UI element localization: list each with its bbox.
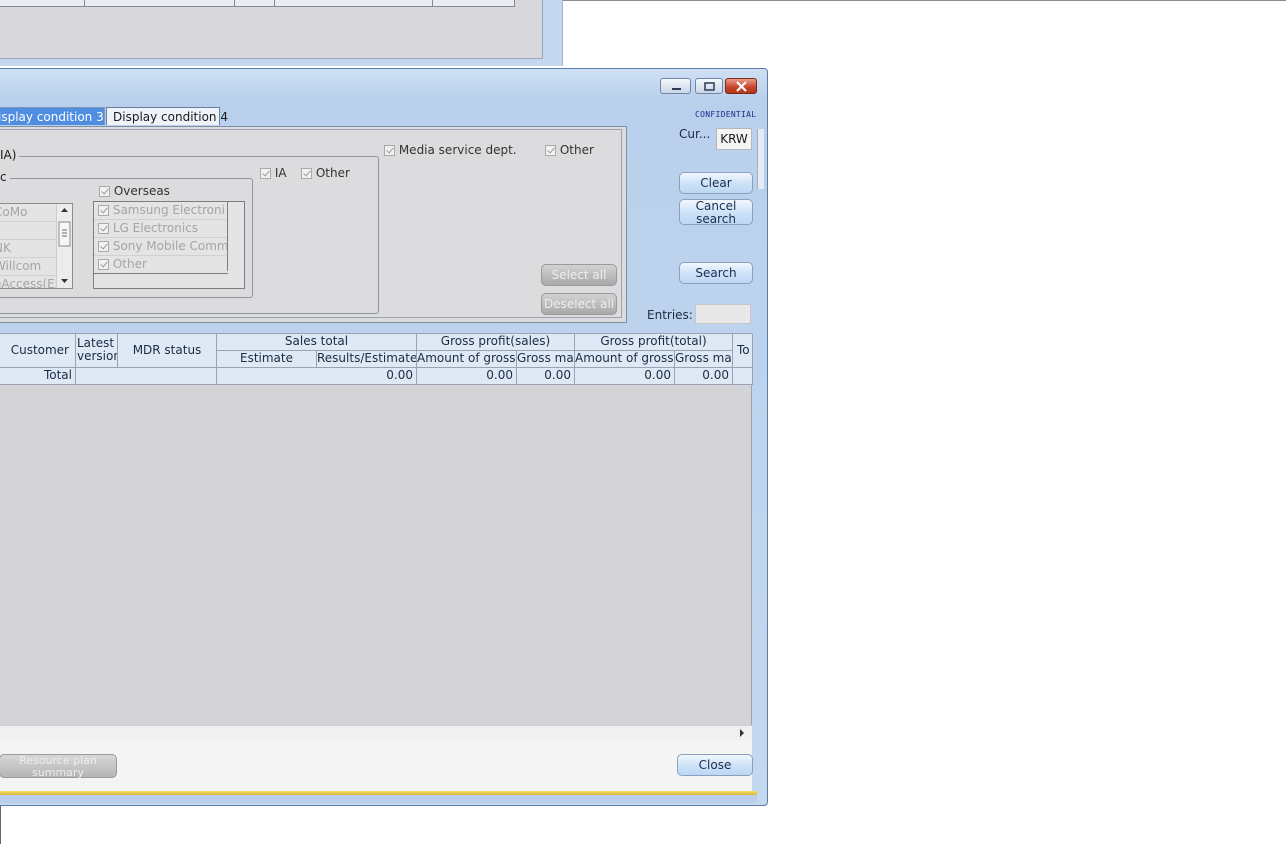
list-item[interactable]: Sony Mobile Comm xyxy=(94,238,228,256)
ia-checkbox[interactable] xyxy=(260,168,271,179)
header-gp-sales-amount[interactable]: Amount of gross p xyxy=(417,351,517,368)
list-item-label: Sony Mobile Comm xyxy=(112,239,228,253)
window-edge-line xyxy=(563,0,1286,1)
domestic-scrollbar[interactable] xyxy=(56,204,72,288)
list-item-label: Other xyxy=(112,257,147,271)
media-service-checkbox-row[interactable]: Media service dept. xyxy=(384,143,517,157)
total-gp-total-margin: 0.00 xyxy=(675,368,733,385)
restore-icon xyxy=(704,82,715,91)
header-gp-total-amount[interactable]: Amount of gross p xyxy=(575,351,675,368)
total-gp-total-amount: 0.00 xyxy=(575,368,675,385)
overseas-checkbox-label: Overseas xyxy=(113,184,170,198)
overseas-item-checkbox[interactable] xyxy=(98,223,109,234)
list-item-label: Samsung Electroni xyxy=(112,203,225,217)
cancel-search-button[interactable]: Cancel search xyxy=(679,199,753,226)
total-row-label: Total xyxy=(0,368,76,385)
overseas-listbox[interactable]: Samsung Electroni LG Electronics Sony Mo… xyxy=(93,201,245,289)
minimize-button[interactable] xyxy=(660,78,691,94)
window-side-scroll xyxy=(757,129,764,189)
filter-tab-panel: IA) IA Other c CoMo NK Willcom eAccess(E… xyxy=(0,126,627,323)
media-other-checkbox[interactable] xyxy=(545,145,556,156)
scroll-right-icon[interactable] xyxy=(737,728,747,738)
clear-button[interactable]: Clear xyxy=(679,172,753,194)
ia-checkbox-row[interactable]: IA xyxy=(260,166,287,180)
media-other-checkbox-row[interactable]: Other xyxy=(545,143,594,157)
list-item[interactable]: LG Electronics xyxy=(94,220,228,238)
currency-field[interactable]: KRW xyxy=(716,128,752,150)
list-divider xyxy=(227,202,228,271)
background-grid-header xyxy=(0,0,515,7)
list-item[interactable]: Samsung Electroni xyxy=(94,202,228,220)
total-gp-sales-amount: 0.00 xyxy=(417,368,517,385)
ia-group-label: IA) xyxy=(0,148,20,162)
header-sales-total[interactable]: Sales total xyxy=(217,334,417,351)
list-item-label: LG Electronics xyxy=(112,221,199,235)
header-latest-version[interactable]: Latest version xyxy=(76,334,118,368)
header-gp-total-margin[interactable]: Gross mar xyxy=(675,351,733,368)
scroll-arrows-icon xyxy=(58,208,71,283)
domestic-group-label: c xyxy=(0,170,10,184)
header-customer[interactable]: Customer xyxy=(0,334,76,368)
close-button[interactable]: Close xyxy=(677,754,753,776)
list-item[interactable]: Other xyxy=(94,256,228,274)
deselect-all-button[interactable]: Deselect all xyxy=(541,293,617,315)
minimize-icon xyxy=(672,88,681,90)
ia-checkbox-label: IA xyxy=(274,166,287,180)
maximize-button[interactable] xyxy=(695,78,723,94)
currency-label: Cur... xyxy=(679,127,711,141)
ia-other-checkbox[interactable] xyxy=(301,168,312,179)
overseas-checkbox-row[interactable]: Overseas xyxy=(99,184,170,198)
background-window xyxy=(0,0,563,66)
horizontal-scrollbar[interactable] xyxy=(0,725,752,740)
entries-label: Entries: xyxy=(647,308,693,322)
tab-display-condition-3[interactable]: isplay condition 3 xyxy=(0,107,105,125)
overseas-list: Samsung Electroni LG Electronics Sony Mo… xyxy=(94,202,228,274)
header-mdr-status[interactable]: MDR status xyxy=(118,334,217,368)
header-estimate[interactable]: Estimate xyxy=(217,351,317,368)
total-row-empty xyxy=(76,368,217,385)
total-gp-sales-margin: 0.00 xyxy=(517,368,575,385)
overseas-item-checkbox[interactable] xyxy=(98,205,109,216)
close-window-button[interactable] xyxy=(725,78,757,94)
ia-other-checkbox-label: Other xyxy=(315,166,350,180)
header-gross-profit-sales[interactable]: Gross profit(sales) xyxy=(417,334,575,351)
select-all-button[interactable]: Select all xyxy=(541,264,617,286)
title-bar[interactable] xyxy=(0,69,767,99)
media-service-checkbox-label: Media service dept. xyxy=(398,143,517,157)
total-results-estimate: 0.00 xyxy=(217,368,417,385)
background-window-body xyxy=(0,0,543,59)
total-to xyxy=(733,368,753,385)
confidential-label: CONFIDENTIAL xyxy=(695,110,757,119)
header-results-estimate[interactable]: Results/Estimate xyxy=(317,351,417,368)
search-button[interactable]: Search xyxy=(679,262,753,284)
window-edge-line-bottom xyxy=(0,806,1,844)
close-icon xyxy=(736,81,747,92)
overseas-checkbox[interactable] xyxy=(99,186,110,197)
media-other-checkbox-label: Other xyxy=(559,143,594,157)
header-gp-sales-margin[interactable]: Gross mar xyxy=(517,351,575,368)
results-grid[interactable]: Customer Latest version MDR status Sales… xyxy=(0,333,753,739)
window-bottom-border xyxy=(0,795,757,803)
tab-display-condition-4[interactable]: Display condition 4 xyxy=(106,107,228,125)
header-gross-profit-total[interactable]: Gross profit(total) xyxy=(575,334,733,351)
overseas-item-checkbox[interactable] xyxy=(98,241,109,252)
entries-field xyxy=(695,304,751,324)
filter-panel-inner: IA) IA Other c CoMo NK Willcom eAccess(E… xyxy=(0,129,622,318)
header-to[interactable]: To xyxy=(733,334,753,368)
ia-other-checkbox-row[interactable]: Other xyxy=(301,166,350,180)
resource-plan-summary-button[interactable]: Resource plan summary xyxy=(0,754,117,779)
overseas-item-checkbox[interactable] xyxy=(98,259,109,270)
main-window: isplay condition 3 Display condition 4 C… xyxy=(0,68,768,806)
media-service-checkbox[interactable] xyxy=(384,145,395,156)
